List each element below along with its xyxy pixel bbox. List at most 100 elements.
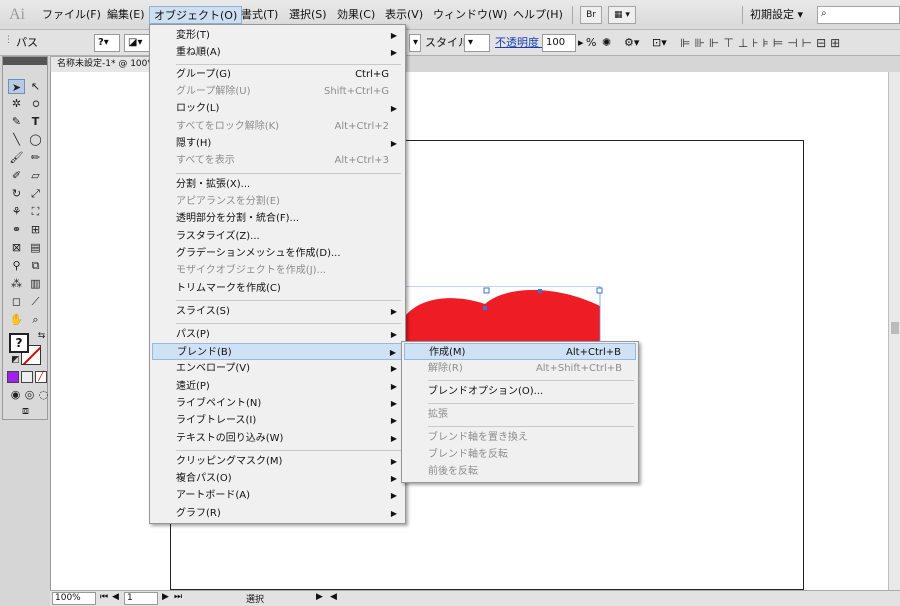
menu-item-show-all[interactable]: すべてを表示 Alt+Ctrl+3	[152, 152, 403, 169]
transform-icon[interactable]: ⊡▾	[652, 35, 667, 51]
menu-item-hide[interactable]: 隠す(H) ▶	[152, 135, 403, 152]
bridge-button[interactable]: Br	[580, 6, 602, 24]
menu-item-blend[interactable]: ブレンド(B) ▶	[152, 343, 403, 360]
menu-item-envelope-distort[interactable]: エンベロープ(V) ▶	[152, 360, 403, 377]
perspective-grid-tool-icon[interactable]: ⊞	[27, 222, 44, 237]
hand-tool-icon[interactable]: ✋	[8, 312, 25, 327]
workspace-switcher[interactable]: 初期設定 ▾	[750, 6, 803, 24]
menu-item-arrange[interactable]: 重ね順(A) ▶	[152, 44, 403, 61]
menu-item-compound-path[interactable]: 複合パス(O) ▶	[152, 470, 403, 487]
warp-tool-icon[interactable]: ⚘	[8, 204, 25, 219]
free-transform-tool-icon[interactable]: ⛶	[27, 204, 44, 219]
zoom-level-dropdown[interactable]: 100%	[52, 592, 96, 605]
scale-tool-icon[interactable]: ⤢	[27, 186, 44, 201]
menu-item-expand-appearance[interactable]: アピアランスを分割(E)	[152, 193, 403, 210]
menu-item-live-paint[interactable]: ライブペイント(N) ▶	[152, 395, 403, 412]
menu-item-graph[interactable]: グラフ(R) ▶	[152, 505, 403, 522]
menu-item-lock[interactable]: ロック(L) ▶	[152, 100, 403, 117]
default-fill-stroke-icon[interactable]: ◩	[7, 353, 24, 368]
rotate-tool-icon[interactable]: ↻	[8, 186, 25, 201]
symbol-sprayer-tool-icon[interactable]: ⁂	[8, 276, 25, 291]
scrollbar-thumb[interactable]	[891, 322, 899, 334]
opacity-dropdown-arrow[interactable]: ▸	[578, 35, 584, 51]
swap-fill-stroke-icon[interactable]: ⇆	[33, 329, 50, 344]
shape-builder-tool-icon[interactable]: ⚭	[8, 222, 25, 237]
menu-item-create-trim-marks[interactable]: トリムマークを作成(C)	[152, 280, 403, 297]
menu-item-blend-options[interactable]: ブレンドオプション(O)...	[404, 383, 636, 400]
menu-effect[interactable]: 効果(C)	[333, 6, 379, 24]
current-tool-status[interactable]: 選択	[246, 592, 264, 605]
menu-item-ungroup[interactable]: グループ解除(U) Shift+Ctrl+G	[152, 83, 403, 100]
zoom-tool-icon[interactable]: ⌕	[27, 312, 44, 327]
graphic-style-dropdown[interactable]: ▾	[464, 34, 490, 52]
menu-help[interactable]: ヘルプ(H)	[509, 6, 567, 24]
menu-item-replace-spine[interactable]: ブレンド軸を置き換え	[404, 429, 636, 446]
menu-item-flatten-transparency[interactable]: 透明部分を分割・統合(F)...	[152, 210, 403, 227]
tools-panel-header[interactable]	[3, 57, 47, 65]
pen-tool-icon[interactable]: ✎	[8, 114, 25, 129]
scroll-left-arrow[interactable]: ◀	[330, 592, 337, 602]
menu-type[interactable]: 書式(T)	[237, 6, 282, 24]
menu-item-reverse-front-to-back[interactable]: 前後を反転	[404, 463, 636, 480]
next-artboard-icon[interactable]: ▶	[162, 592, 169, 602]
menu-item-blend-expand[interactable]: 拡張	[404, 406, 636, 423]
eraser-tool-icon[interactable]: ▱	[27, 168, 44, 183]
heart-path[interactable]	[395, 290, 600, 346]
menu-item-slice[interactable]: スライス(S) ▶	[152, 303, 403, 320]
none-mode-icon[interactable]: ╱	[35, 371, 47, 383]
stroke-color-dropdown[interactable]: ◪▾	[124, 34, 150, 52]
menu-window[interactable]: ウィンドウ(W)	[429, 6, 511, 24]
selection-tool-icon[interactable]: ➤	[8, 79, 25, 94]
menu-item-create-object-mosaic[interactable]: モザイクオブジェクトを作成(J)...	[152, 262, 403, 279]
line-tool-icon[interactable]: ╲	[8, 132, 25, 147]
menu-edit[interactable]: 編集(E)	[103, 6, 149, 24]
eyedropper-tool-icon[interactable]: ⚲	[8, 258, 25, 273]
menu-item-clipping-mask[interactable]: クリッピングマスク(M) ▶	[152, 453, 403, 470]
artboard-number-input[interactable]: 1	[124, 592, 158, 605]
ellipse-tool-icon[interactable]: ◯	[27, 132, 44, 147]
menu-item-blend-release[interactable]: 解除(R) Alt+Shift+Ctrl+B	[404, 360, 636, 377]
menu-item-rasterize[interactable]: ラスタライズ(Z)...	[152, 228, 403, 245]
paintbrush-tool-icon[interactable]: 🖌	[8, 150, 25, 165]
isolate-icon[interactable]: ⚙▾	[624, 35, 639, 51]
heart-shape[interactable]	[395, 286, 605, 346]
status-menu-arrow[interactable]: ▶	[316, 592, 323, 602]
last-artboard-icon[interactable]: ⏭	[174, 592, 182, 602]
column-graph-tool-icon[interactable]: ▥	[27, 276, 44, 291]
brush-dropdown[interactable]: ▾	[409, 34, 421, 52]
align-icons[interactable]: ⊫⊪⊩⊤⊥⊦⊧⊨⊣⊢⊟⊞	[680, 36, 844, 50]
menu-item-transform[interactable]: 変形(T) ▶	[152, 27, 403, 44]
menu-item-live-trace[interactable]: ライブトレース(I) ▶	[152, 412, 403, 429]
first-artboard-icon[interactable]: ⏮	[100, 592, 108, 602]
anchor-point[interactable]	[538, 289, 542, 293]
menu-item-blend-make[interactable]: 作成(M) Alt+Ctrl+B	[404, 343, 636, 360]
arrange-documents-button[interactable]: ▦ ▾	[608, 6, 636, 24]
menu-item-expand[interactable]: 分割・拡張(X)...	[152, 176, 403, 193]
anchor-point[interactable]	[483, 306, 487, 310]
menu-select[interactable]: 選択(S)	[285, 6, 331, 24]
menu-item-text-wrap[interactable]: テキストの回り込み(W) ▶	[152, 430, 403, 447]
menu-item-unlock-all[interactable]: すべてをロック解除(K) Alt+Ctrl+2	[152, 118, 403, 135]
magic-wand-tool-icon[interactable]: ✲	[8, 96, 25, 111]
lasso-tool-icon[interactable]: ഠ	[27, 96, 44, 111]
gradient-mode-icon[interactable]	[21, 371, 33, 383]
type-tool-icon[interactable]: T	[27, 114, 44, 129]
slice-tool-icon[interactable]: ⟋	[27, 294, 44, 309]
direct-selection-tool-icon[interactable]: ↖	[27, 79, 44, 94]
document-tab[interactable]: 名称未設定-1* @ 100%	[50, 56, 150, 72]
blob-brush-tool-icon[interactable]: ✐	[8, 168, 25, 183]
menu-item-path[interactable]: パス(P) ▶	[152, 326, 403, 343]
opacity-input[interactable]: 100	[542, 34, 576, 52]
bounding-box-handle[interactable]	[483, 287, 490, 294]
menu-file[interactable]: ファイル(F)	[38, 6, 105, 24]
pencil-tool-icon[interactable]: ✏	[27, 150, 44, 165]
color-mode-icon[interactable]	[7, 371, 19, 383]
screen-mode-icon[interactable]: ⧈	[17, 403, 34, 418]
opacity-link[interactable]: 不透明度 :	[495, 35, 546, 51]
blend-tool-icon[interactable]: ⧉	[27, 258, 44, 273]
prev-artboard-icon[interactable]: ◀	[112, 592, 119, 602]
menu-item-reverse-spine[interactable]: ブレンド軸を反転	[404, 446, 636, 463]
menu-item-create-gradient-mesh[interactable]: グラデーションメッシュを作成(D)...	[152, 245, 403, 262]
gradient-tool-icon[interactable]: ▤	[27, 240, 44, 255]
fill-color-dropdown[interactable]: ?▾	[94, 34, 120, 52]
